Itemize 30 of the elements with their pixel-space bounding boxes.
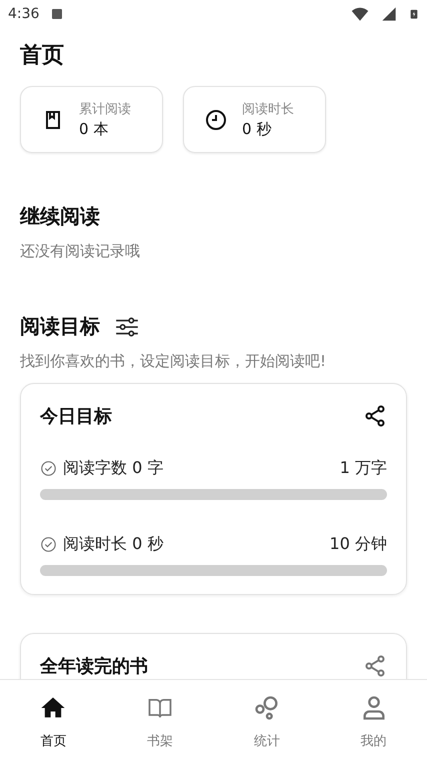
- stat-card[interactable]: 阅读时长 0 秒: [183, 86, 326, 153]
- check-circle-icon: [40, 536, 57, 553]
- notification-icon: [51, 8, 64, 20]
- share-icon: [363, 654, 387, 678]
- status-time: 4:36: [8, 6, 40, 22]
- nav-tab[interactable]: 我的: [320, 680, 427, 760]
- clock-icon: [204, 108, 228, 132]
- nav-tab[interactable]: 统计: [214, 680, 320, 760]
- empty-message: 还没有阅读记录哦: [20, 242, 141, 261]
- card-title: 今日目标: [40, 405, 112, 428]
- stat-value: 0 本: [79, 120, 110, 139]
- section-title: 继续阅读: [20, 203, 100, 230]
- nav-tab[interactable]: 首页: [0, 680, 107, 760]
- signal-icon: [381, 6, 397, 22]
- check-circle-icon: [40, 460, 57, 477]
- nav-tab[interactable]: 书架: [106, 680, 214, 760]
- goal-label: 阅读时长 0 秒: [63, 534, 164, 555]
- card-title: 全年读完的书: [40, 655, 148, 678]
- section-title: 阅读目标: [20, 313, 100, 340]
- page-title: 首页: [20, 42, 64, 70]
- goal-target: 10 分钟: [330, 534, 387, 555]
- stat-label: 阅读时长: [242, 101, 294, 118]
- section-subtitle: 找到你喜欢的书，设定阅读目标，开始阅读吧!: [20, 352, 328, 371]
- stat-label: 累计阅读: [79, 101, 131, 118]
- stat-value: 0 秒: [242, 120, 272, 139]
- share-icon: [363, 404, 387, 428]
- stat-card[interactable]: 累计阅读 0 本: [20, 86, 163, 153]
- goal-label: 阅读字数 0 字: [63, 458, 164, 479]
- goal-target: 1 万字: [340, 458, 387, 479]
- wifi-icon: [351, 5, 369, 23]
